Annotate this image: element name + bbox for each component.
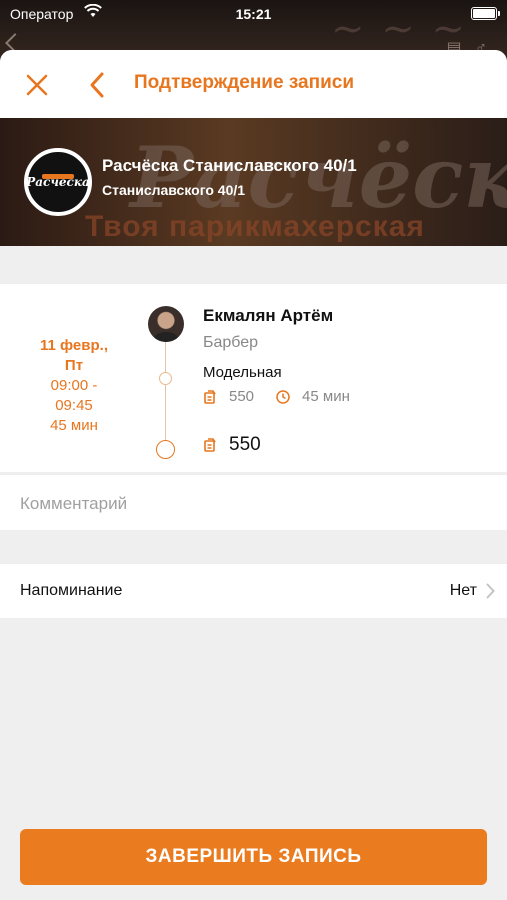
comment-placeholder: Комментарий xyxy=(20,494,128,513)
service-duration: 45 мин xyxy=(302,388,350,405)
page-title: Подтверждение записи xyxy=(134,72,354,93)
salon-name: Расчёска Станиславского 40/1 xyxy=(102,156,357,175)
master-avatar xyxy=(148,306,184,342)
timeline-total-dot xyxy=(156,440,175,459)
salon-address: Станиславского 40/1 xyxy=(102,182,246,198)
master-role: Барбер xyxy=(203,334,259,351)
booking-duration: 45 мин xyxy=(50,417,98,434)
service-meta: 550 45 мин xyxy=(203,388,350,405)
master-name: Екмалян Артём xyxy=(203,306,334,325)
timeline-service-dot xyxy=(159,372,172,385)
total-price: 550 xyxy=(229,434,261,455)
status-bar: Оператор 15:21 xyxy=(0,0,507,28)
timeline-line xyxy=(165,342,166,452)
comment-field[interactable]: Комментарий xyxy=(0,474,507,530)
salon-logo: Расчёска xyxy=(24,148,92,216)
booking-timeline xyxy=(148,306,184,466)
back-arrow-icon[interactable] xyxy=(86,70,108,100)
booking-datetime: 11 февр., Пт 09:00 - 09:45 45 мин xyxy=(0,336,148,436)
price-tag-icon xyxy=(204,438,216,452)
booking-total: 550 xyxy=(203,434,261,456)
nav-bar: Подтверждение записи xyxy=(0,50,507,118)
booking-weekday: Пт xyxy=(64,357,84,374)
booking-details: 11 февр., Пт 09:00 - 09:45 45 мин Екмаля… xyxy=(0,284,507,472)
service-name: Модельная xyxy=(203,364,282,381)
clock: 15:21 xyxy=(235,6,272,22)
clock-icon xyxy=(276,389,290,404)
price-tag-icon xyxy=(204,389,216,404)
close-icon[interactable] xyxy=(22,70,52,100)
banner-tagline: Твоя парикмахерская xyxy=(85,210,425,243)
chevron-right-icon xyxy=(486,583,495,599)
booking-time-end: 09:45 xyxy=(55,397,93,414)
battery-icon xyxy=(471,7,500,20)
reminder-value: Нет xyxy=(449,582,477,599)
booking-date: 11 февр., xyxy=(39,337,108,354)
complete-booking-button[interactable]: ЗАВЕРШИТЬ ЗАПИСЬ xyxy=(20,829,487,885)
booking-time-start: 09:00 - xyxy=(50,377,98,394)
service-price: 550 xyxy=(229,388,255,405)
logo-mark xyxy=(42,174,74,179)
reminder-row[interactable]: Напоминание Нет xyxy=(0,564,507,618)
reminder-label: Напоминание xyxy=(20,582,123,599)
salon-banner: Расчёска Твоя парикмахерская Расчёска Ра… xyxy=(0,118,507,246)
